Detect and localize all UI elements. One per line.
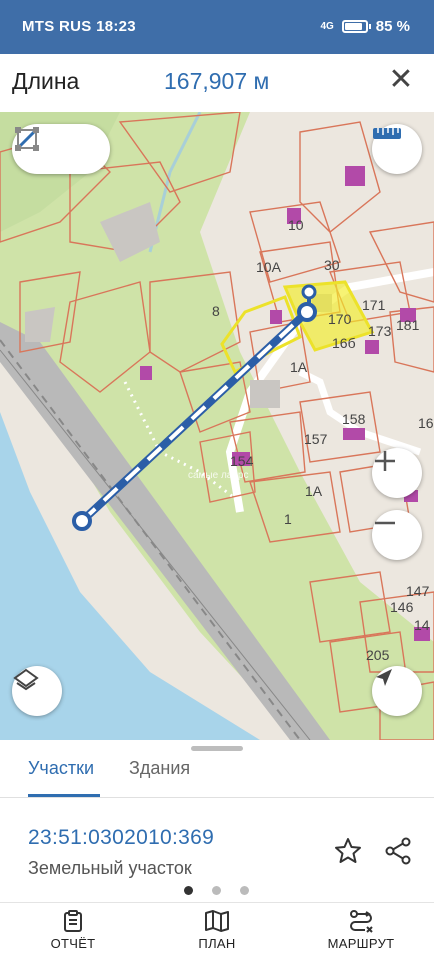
- share-icon[interactable]: [383, 836, 413, 866]
- parcel-label: 154: [230, 453, 254, 469]
- parcel-label: 1A: [305, 483, 323, 499]
- measure-value: 167,907 м: [164, 68, 270, 94]
- nav-plan[interactable]: ПЛАН: [162, 909, 272, 951]
- parcel-label: 147: [406, 583, 430, 599]
- report-icon: [64, 910, 82, 932]
- pager-dot[interactable]: [240, 886, 249, 895]
- parcel-label: 146: [390, 599, 414, 615]
- layers-icon[interactable]: [12, 666, 62, 716]
- measure-label: Длина: [12, 68, 80, 94]
- pager-dot[interactable]: [212, 886, 221, 895]
- parcel-label: 1A: [290, 359, 308, 375]
- parcel-label: 205: [366, 647, 390, 663]
- parcel-label: 181: [396, 317, 420, 333]
- ruler-icon[interactable]: [372, 124, 422, 174]
- zoom-out-icon[interactable]: [372, 510, 422, 560]
- parcel-label: 8: [212, 303, 220, 319]
- bottom-navigation: ОТЧЁТ ПЛАН МАРШРУТ: [0, 902, 434, 960]
- measure-header: Длина 167,907 м ✕: [0, 54, 434, 112]
- parcel-label: 170: [328, 311, 352, 327]
- cadastral-number[interactable]: 23:51:0302010:369: [28, 826, 214, 850]
- status-bar: MTS RUS 18:23 4G 85 %: [0, 0, 434, 54]
- parcel-label: 16б: [332, 335, 356, 351]
- measure-mode-toggle[interactable]: [12, 124, 110, 174]
- map-canvas[interactable]: 10 10A 30 8 171 170 173 181 16б 1A 158 1…: [0, 112, 434, 740]
- network-icon: 4G: [320, 21, 334, 32]
- zoom-in-icon[interactable]: [372, 448, 422, 498]
- nav-route-label: МАРШРУТ: [327, 936, 395, 951]
- measure-start-point: [72, 511, 92, 531]
- map-view[interactable]: 10 10A 30 8 171 170 173 181 16б 1A 158 1…: [0, 112, 434, 740]
- nav-report-label: ОТЧЁТ: [50, 936, 96, 951]
- carrier-time: MTS RUS 18:23: [22, 18, 136, 35]
- tabs-divider: [0, 797, 434, 798]
- tab-buildings[interactable]: Здания: [129, 758, 190, 779]
- star-icon[interactable]: [333, 836, 363, 866]
- parcel-label: 171: [362, 297, 386, 313]
- nav-route[interactable]: МАРШРУТ: [306, 909, 416, 951]
- battery-level: 85 %: [375, 18, 410, 35]
- nav-plan-label: ПЛАН: [198, 936, 236, 951]
- parcel-label: 30: [324, 257, 340, 273]
- tab-parcels[interactable]: Участки: [28, 758, 94, 779]
- battery-icon: [341, 20, 371, 33]
- pager-dot[interactable]: [184, 886, 193, 895]
- pager-dots: [184, 886, 249, 895]
- parcel-sheet: Участки Здания 23:51:0302010:369 Земельн…: [0, 740, 434, 902]
- location-arrow-icon[interactable]: [372, 666, 422, 716]
- parcel-label: 10: [288, 217, 304, 233]
- parcel-label: 157: [304, 431, 328, 447]
- parcel-label: 16: [418, 415, 434, 431]
- sheet-drag-handle[interactable]: [191, 746, 243, 751]
- nav-report[interactable]: ОТЧЁТ: [18, 909, 128, 951]
- parcel-label: 158: [342, 411, 366, 427]
- measure-end-point: [297, 302, 317, 322]
- map-plan-icon: [205, 910, 229, 932]
- map-watermark: самые лаерс: [188, 470, 248, 481]
- status-indicators: 4G 85 %: [320, 18, 410, 35]
- parcel-label: 14: [414, 617, 430, 633]
- parcel-label: 1: [284, 511, 292, 527]
- object-type: Земельный участок: [28, 858, 192, 878]
- parcel-label: 10A: [256, 259, 282, 275]
- parcel-label: 173: [368, 323, 392, 339]
- route-icon: [350, 910, 373, 933]
- close-icon[interactable]: ✕: [384, 63, 418, 97]
